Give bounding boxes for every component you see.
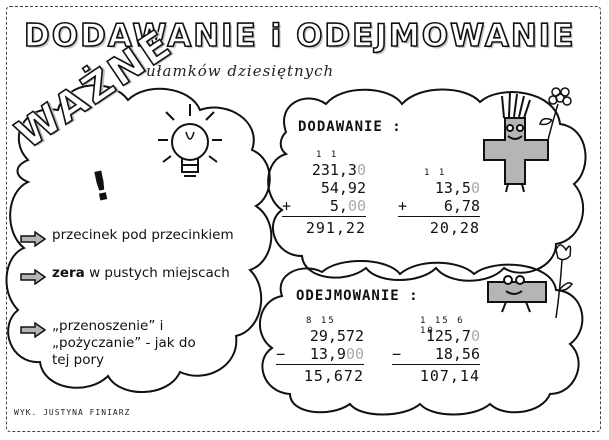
result: 291,22 — [305, 219, 366, 237]
operand-row: 13,50 — [434, 179, 480, 197]
rule-zeros: zera w pustych miejscach — [20, 265, 230, 285]
carry-digits: 1 1 — [316, 150, 339, 160]
subtraction-heading: ODEJMOWANIE : — [296, 288, 419, 304]
operand-row: +6,78 — [398, 197, 480, 215]
rule-text-bold: zera — [52, 265, 85, 281]
author-credit: WYK. JUSTYNA FINIARZ — [14, 408, 131, 417]
subtraction-example-2: 1 15 6 10 125,70 −18,56 107,14 — [392, 316, 480, 385]
operand-row: 29,572 — [309, 327, 364, 345]
lightbulb-icon — [158, 104, 222, 177]
result: 107,14 — [419, 367, 480, 385]
operand-row: 231,30 — [311, 161, 366, 179]
difference-line — [276, 364, 364, 365]
rule-text-rest: w pustych miejscach — [84, 265, 230, 281]
sum-line — [282, 216, 366, 217]
title-subtitle: ułamków dziesiętnych — [146, 62, 335, 80]
minus-character-icon — [487, 275, 547, 313]
borrow-digits: 8 15 — [306, 316, 336, 326]
rule-text: „przenoszenie” i „pożyczanie” - jak do t… — [52, 318, 196, 368]
borrow-digits: 1 15 6 10 — [420, 316, 465, 336]
addition-example-2: 1 1 13,50 +6,78 20,28 — [398, 168, 480, 237]
addition-heading: DODAWANIE : — [298, 119, 402, 135]
operand-row: −13,900 — [276, 345, 364, 363]
operand-row: −18,56 — [392, 345, 480, 363]
result: 20,28 — [429, 219, 480, 237]
arrow-right-icon — [20, 322, 46, 338]
operand-row: 54,92 — [320, 179, 366, 197]
sum-line — [398, 216, 480, 217]
rule-decimal-point: przecinek pod przecinkiem — [20, 227, 234, 247]
flower-icon — [539, 87, 572, 141]
title-main: DODAWANIE i ODEJMOWANIE — [23, 17, 576, 55]
rule-text: zera w pustych miejscach — [52, 265, 230, 282]
operand-row: +5,00 — [282, 197, 366, 215]
rule-text: przecinek pod przecinkiem — [52, 227, 234, 243]
rule-carry-borrow: „przenoszenie” i „pożyczanie” - jak do t… — [20, 318, 212, 369]
difference-line — [392, 364, 480, 365]
carry-digits: 1 1 — [424, 168, 447, 178]
arrow-right-icon — [20, 269, 46, 285]
operand-row: 125,70 — [425, 327, 480, 345]
subtraction-example-1: 8 15 29,572 −13,900 15,672 — [276, 316, 364, 385]
tulip-icon — [555, 244, 573, 319]
plus-character-icon — [483, 91, 549, 193]
result: 15,672 — [303, 367, 364, 385]
addition-example-1: 1 1 231,30 54,92 +5,00 291,22 — [282, 150, 366, 237]
arrow-right-icon — [20, 231, 46, 247]
